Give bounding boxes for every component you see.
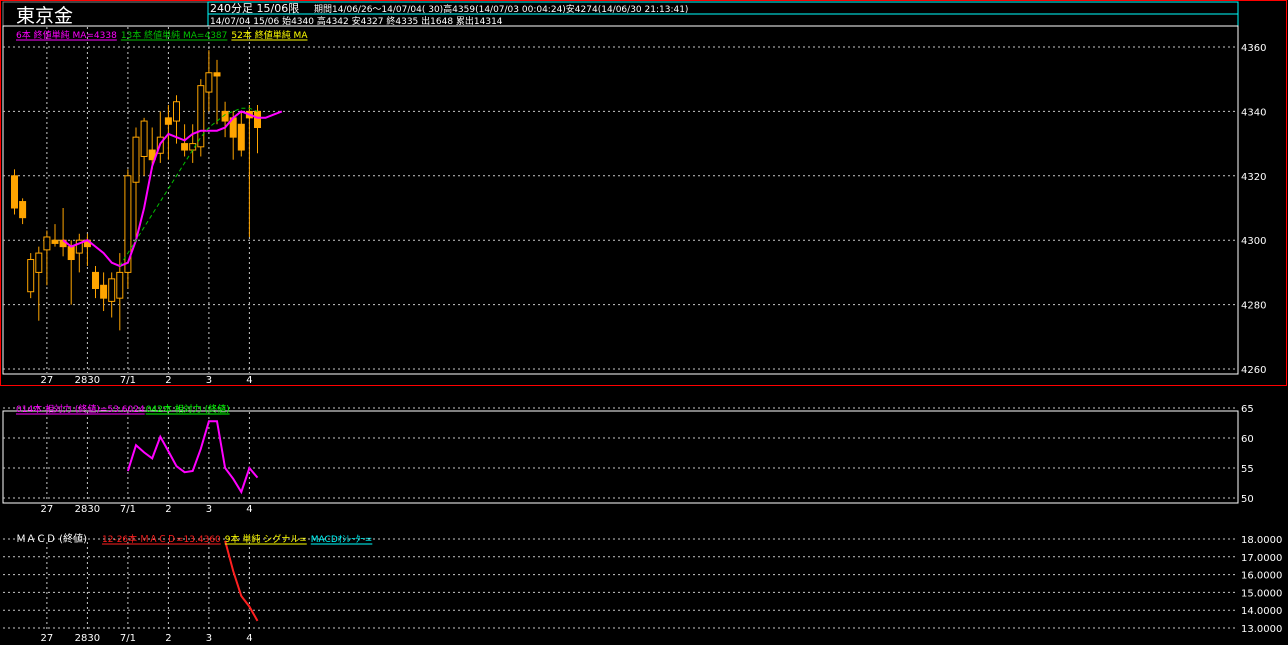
legend-entry: 52本 終値単純 MA (231, 29, 308, 41)
last-bar-info: 14/07/04 15/06 始4340 高4342 安4327 終4335 出… (210, 15, 503, 27)
macd-lines (224, 540, 259, 622)
x-tick-label: 27 (41, 375, 54, 386)
y-tick-label: 4360 (1241, 43, 1266, 54)
x-tick-label: 27 (41, 504, 54, 515)
candle-up (35, 252, 43, 273)
y-tick-label: 16.0000 (1241, 571, 1282, 582)
macd-y-ticks: 13.0000 14.0000 15.0000 16.0000 17.0000 18.00… (1241, 535, 1282, 635)
y-tick-label: 60 (1241, 434, 1254, 445)
legend-entry: 6本 終値単純 MA=4338 (16, 29, 117, 41)
candle-down (254, 110, 261, 129)
price-y-ticks: 4260 4280 4300 4320 4340 4360 (1241, 43, 1266, 376)
futures-chart: 東京金 240分足 15/06限 期間14/06/26～14/07/04( 30… (0, 0, 1287, 644)
series-line (126, 420, 259, 495)
price-grid (3, 27, 1238, 373)
series-line (119, 107, 258, 267)
x-tick-label: 2830 (75, 375, 100, 386)
x-tick-label: 2 (165, 504, 171, 515)
x-tick-label: 3 (206, 633, 212, 644)
series-line (224, 540, 259, 622)
candle-down (181, 143, 189, 151)
candle-up (140, 120, 148, 157)
x-tick-label: 4 (246, 504, 252, 515)
candle-down (100, 284, 108, 299)
candle-up (173, 101, 180, 122)
x-tick-label: 2 (165, 633, 171, 644)
x-tick-label: 3 (206, 375, 212, 386)
macd-title: ＭＡＣＤ (終値) (16, 532, 87, 545)
y-tick-label: 14.0000 (1241, 606, 1282, 617)
candle-up (116, 271, 124, 299)
rsi-legend: 014本 相対力 (終値)=53.6024 042本 相対力 (終値) (16, 403, 230, 415)
y-tick-label: 4320 (1241, 172, 1266, 183)
legend-entry: 9本 単純 シグナル= (225, 533, 307, 545)
rsi-panel-frame (2, 410, 1239, 504)
x-tick-label: 27 (41, 633, 54, 644)
y-tick-label: 17.0000 (1241, 553, 1282, 564)
instrument-title: 東京金 (16, 5, 73, 27)
candle-down (51, 239, 59, 244)
price-legend: 6本 終値単純 MA=4338 13本 終値単純 MA=4387 52本 終値単純 … (16, 29, 308, 41)
macd-grid (3, 538, 1238, 632)
y-tick-label: 65 (1241, 404, 1254, 415)
rsi-y-ticks: 50 55 60 65 (1241, 404, 1254, 505)
candle-down (164, 117, 172, 125)
candle-up (108, 278, 116, 302)
candle-down (67, 246, 75, 261)
x-tick-label: 3 (206, 504, 212, 515)
candle-up (132, 136, 140, 183)
y-tick-label: 4300 (1241, 236, 1266, 247)
range-info: 期間14/06/26～14/07/04( 30)高4359(14/07/03 0… (314, 3, 688, 15)
legend-entry: 13本 終値単純 MA=4387 (121, 29, 228, 41)
candle-down (11, 175, 18, 209)
candle-up (43, 236, 51, 251)
x-tick-label: 7/1 (120, 504, 136, 515)
candle-up (27, 259, 35, 293)
y-tick-label: 55 (1241, 464, 1254, 475)
y-tick-label: 15.0000 (1241, 588, 1282, 599)
candle-down (92, 271, 99, 289)
macd-legend: 12-26本 ＭＡＣＤ=13.4360 9本 単純 シグナル= MACDｵｼﾚｰﾀｰ… (102, 533, 373, 545)
y-tick-label: 50 (1241, 494, 1254, 505)
x-tick-label: 2 (165, 375, 171, 386)
legend-entry: 042本 相対力 (終値) (146, 403, 230, 415)
x-tick-label: 2830 (75, 633, 100, 644)
candle-down (19, 201, 27, 219)
y-tick-label: 13.0000 (1241, 624, 1282, 635)
period-line: 240分足 15/06限 (210, 2, 299, 15)
legend-entry: 014本 相対力 (終値)=53.6024 (16, 403, 145, 415)
x-tick-label: 7/1 (120, 633, 136, 644)
outer-frame (0, 0, 1287, 386)
x-axis-labels: 27 2830 7/1 2 3 4 27 2830 7/1 2 3 4 27 2830 7/1 2 3 4 (41, 375, 253, 644)
candle-up (197, 85, 205, 148)
y-tick-label: 4340 (1241, 107, 1266, 118)
candle-down (213, 72, 221, 77)
y-tick-label: 4280 (1241, 301, 1266, 312)
rsi-lines (126, 420, 259, 495)
legend-entry: 12-26本 ＭＡＣＤ=13.4360 (102, 533, 221, 545)
candle-down (237, 123, 245, 151)
rsi-grid (3, 407, 1238, 502)
candle-up (205, 72, 213, 93)
x-tick-label: 4 (246, 633, 252, 644)
candlestick-series (11, 50, 261, 331)
x-tick-label: 7/1 (120, 375, 136, 386)
y-tick-label: 18.0000 (1241, 535, 1282, 546)
legend-entry: MACDｵｼﾚｰﾀｰ= (311, 534, 373, 545)
x-tick-label: 4 (246, 375, 252, 386)
price-panel-frame (2, 25, 1239, 375)
x-tick-label: 2830 (75, 504, 100, 515)
y-tick-label: 4260 (1241, 365, 1266, 376)
